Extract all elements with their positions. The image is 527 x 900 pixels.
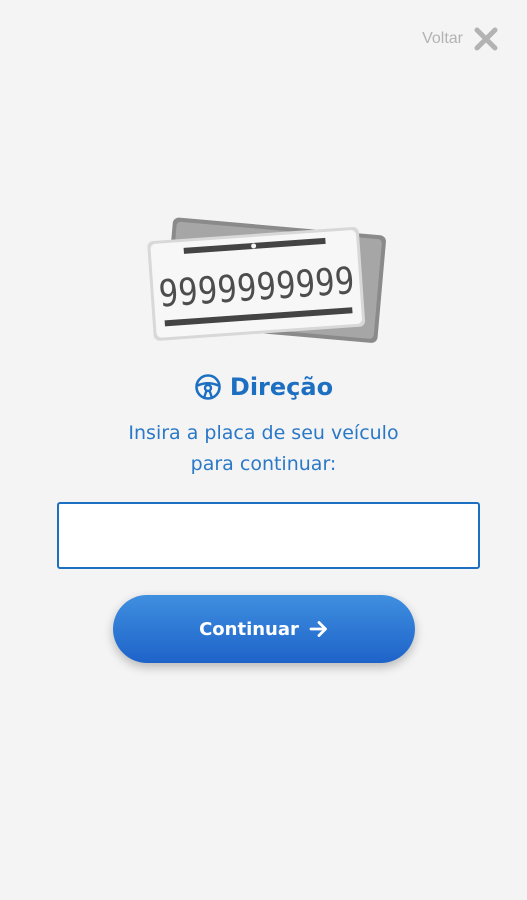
license-plate-illustration: 9999999999 [147,217,386,343]
instruction-line-1: Insira a placa de seu veículo [128,422,399,444]
section-title: Direção [229,373,334,401]
plate-input[interactable] [57,502,480,569]
back-link[interactable]: Voltar [422,26,499,52]
back-label: Voltar [422,30,463,47]
continue-button[interactable]: Continuar [113,595,415,663]
close-icon[interactable] [473,26,499,52]
arrow-right-icon [309,621,327,637]
continue-label: Continuar [199,618,299,640]
section-heading: Direção [0,373,527,401]
instruction-text: Insira a placa de seu veículo para conti… [0,418,527,480]
instruction-line-2: para continuar: [190,453,337,475]
steering-wheel-icon [195,374,221,400]
